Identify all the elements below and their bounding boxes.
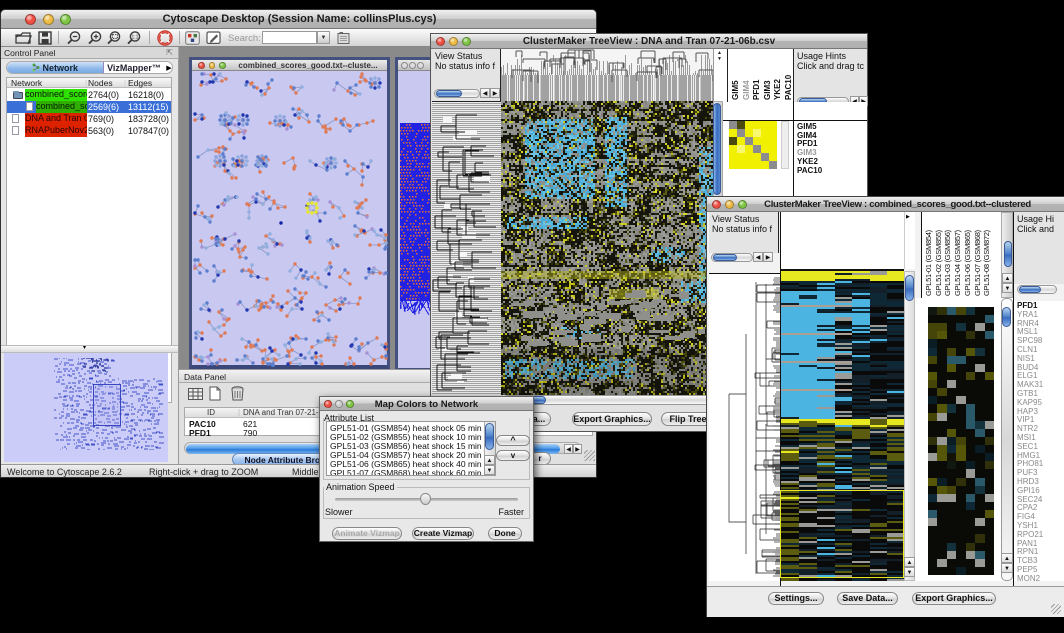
svg-text:1:1: 1:1 <box>132 35 139 41</box>
